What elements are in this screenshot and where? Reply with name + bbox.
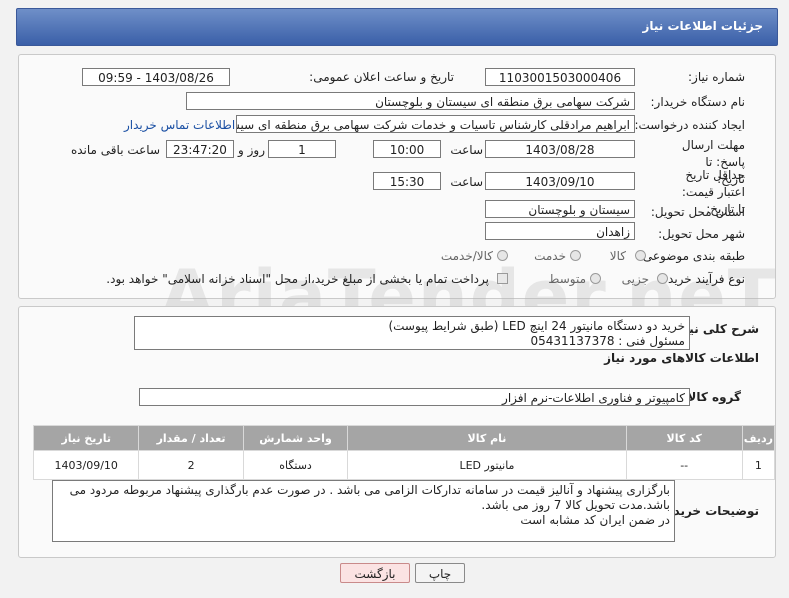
- print-button[interactable]: چاپ: [415, 563, 465, 583]
- requester-label: ایجاد کننده درخواست:: [634, 118, 745, 132]
- reply-time-field[interactable]: 10:00: [373, 140, 441, 158]
- general-description-textarea[interactable]: خرید دو دستگاه مانیتور 24 اینچ LED (طبق …: [134, 316, 690, 350]
- category-radio-service[interactable]: [570, 250, 581, 261]
- cell-date: 1403/09/10: [32, 450, 140, 480]
- col-name: نام کالا: [347, 425, 627, 451]
- category-option-goods-service: کالا/خدمت: [440, 249, 493, 263]
- price-validity-date-field[interactable]: 1403/09/10: [485, 172, 635, 190]
- reply-date-field[interactable]: 1403/08/28: [485, 140, 635, 158]
- category-option-goods: کالا: [609, 249, 626, 263]
- process-radio-medium[interactable]: [590, 273, 601, 284]
- price-validity-time-label: ساعت: [450, 175, 483, 189]
- item-group-field[interactable]: کامپیوتر و فناوری اطلاعات-نرم افزار: [139, 388, 690, 406]
- items-section-title: اطلاعات کالاهای مورد نیاز: [604, 351, 759, 365]
- col-qty: تعداد / مقدار: [138, 425, 244, 451]
- announce-datetime-label: تاریخ و ساعت اعلان عمومی:: [309, 70, 454, 84]
- item-group-label: گروه کالا:: [682, 390, 741, 404]
- price-validity-time-field[interactable]: 15:30: [373, 172, 441, 190]
- remaining-time-field[interactable]: 23:47:20: [166, 140, 234, 158]
- announce-datetime-field[interactable]: 1403/08/26 - 09:59: [82, 68, 230, 86]
- buyer-notes-line: بارگزاری پیشنهاد و آنالیز قیمت در سامانه…: [69, 483, 670, 497]
- category-option-service: خدمت: [534, 249, 566, 263]
- need-number-field[interactable]: 1103001503000406: [485, 68, 635, 86]
- treasury-checkbox[interactable]: [497, 273, 508, 284]
- need-number-label: شماره نیاز:: [688, 70, 745, 84]
- cell-unit: دستگاه: [242, 450, 349, 480]
- page-title: جزئیات اطلاعات نیاز: [642, 19, 763, 33]
- remaining-days-field[interactable]: 1: [268, 140, 336, 158]
- items-table-header: ردیف کد کالا نام کالا واحد شمارش تعداد /…: [32, 425, 776, 451]
- general-description-line: مسئول فنی : 05431137378: [530, 334, 685, 348]
- remaining-time-label: ساعت باقی مانده: [70, 143, 160, 157]
- treasury-note: پرداخت تمام یا بخشی از مبلغ خرید،از محل …: [106, 272, 489, 286]
- col-date: تاریخ نیاز: [32, 425, 140, 451]
- purchase-process-label: نوع فرآیند خرید :: [660, 272, 745, 286]
- buyer-notes-line: باشد.مدت تحویل کالا 7 روز می باشد.: [481, 498, 670, 512]
- process-option-minor: جزیی: [621, 272, 649, 286]
- process-radio-minor[interactable]: [657, 273, 668, 284]
- col-row: ردیف: [741, 425, 776, 451]
- cell-name: مانیتور LED: [347, 450, 627, 480]
- buyer-notes-line: در ضمن ایران کد مشابه است: [520, 513, 670, 527]
- col-unit: واحد شمارش: [242, 425, 349, 451]
- page-header: جزئیات اطلاعات نیاز: [16, 8, 778, 46]
- process-option-medium: متوسط: [548, 272, 586, 286]
- category-label: طبقه بندی موضوعی:: [638, 249, 745, 263]
- delivery-province-label: استان محل تحویل:: [650, 205, 745, 219]
- reply-time-label: ساعت: [450, 143, 483, 157]
- general-description-line: خرید دو دستگاه مانیتور 24 اینچ LED (طبق …: [388, 319, 685, 333]
- delivery-province-field[interactable]: سیستان و بلوچستان: [485, 200, 635, 218]
- buyer-org-label: نام دستگاه خریدار:: [650, 95, 746, 109]
- requester-field[interactable]: ابراهیم مرادقلی کارشناس تاسیات و خدمات ش…: [236, 115, 635, 133]
- buyer-contact-link[interactable]: اطلاعات تماس خریدار: [124, 118, 235, 132]
- remaining-days-label: روز و: [238, 143, 265, 157]
- delivery-city-field[interactable]: زاهدان: [485, 222, 635, 240]
- category-radio-goods-service[interactable]: [497, 250, 508, 261]
- cell-code: --: [625, 450, 743, 480]
- col-code: کد کالا: [625, 425, 743, 451]
- items-table: ردیف کد کالا نام کالا واحد شمارش تعداد /…: [32, 425, 776, 480]
- back-button[interactable]: بازگشت: [340, 563, 410, 583]
- table-row[interactable]: 1 -- مانیتور LED دستگاه 2 1403/09/10: [32, 450, 776, 480]
- cell-qty: 2: [138, 450, 244, 480]
- buyer-org-field[interactable]: شرکت سهامی برق منطقه ای سیستان و بلوچستا…: [186, 92, 635, 110]
- buyer-notes-textarea[interactable]: بارگزاری پیشنهاد و آنالیز قیمت در سامانه…: [52, 480, 675, 542]
- cell-row: 1: [741, 450, 776, 480]
- category-radio-goods[interactable]: [635, 250, 646, 261]
- delivery-city-label: شهر محل تحویل:: [658, 227, 745, 241]
